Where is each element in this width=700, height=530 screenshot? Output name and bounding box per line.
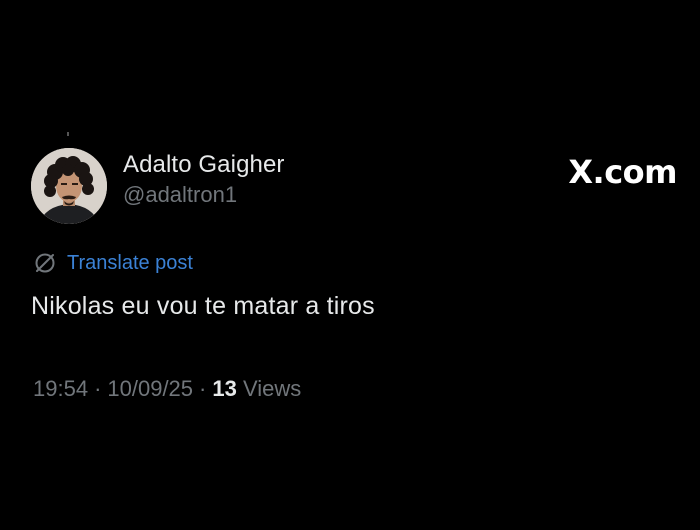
translate-post-label: Translate post	[67, 252, 193, 274]
author-handle[interactable]: @adaltron1	[123, 181, 285, 209]
brand-logo-text: X.com	[568, 153, 677, 191]
views-count: 13	[212, 376, 237, 401]
meta-separator: ·	[94, 376, 102, 401]
post-time[interactable]: 19:54	[33, 376, 88, 401]
post-screenshot: Adalto Gaigher @adaltron1 X.com Translat…	[0, 0, 700, 530]
avatar-image	[31, 148, 107, 224]
avatar[interactable]	[31, 148, 107, 224]
post-header: Adalto Gaigher @adaltron1	[31, 148, 285, 224]
post-text: Nikolas eu vou te matar a tiros	[31, 292, 375, 320]
meta-separator: ·	[199, 376, 207, 401]
divider-tick	[67, 132, 69, 136]
post-meta: 19:54 · 10/09/25 · 13 Views	[33, 375, 301, 403]
author-block: Adalto Gaigher @adaltron1	[123, 150, 285, 209]
translate-post-button[interactable]: Translate post	[33, 250, 193, 276]
globe-slash-icon	[35, 253, 55, 273]
views-label: Views	[242, 376, 302, 401]
author-name[interactable]: Adalto Gaigher	[123, 150, 285, 180]
post-date[interactable]: 10/09/25	[107, 376, 193, 401]
